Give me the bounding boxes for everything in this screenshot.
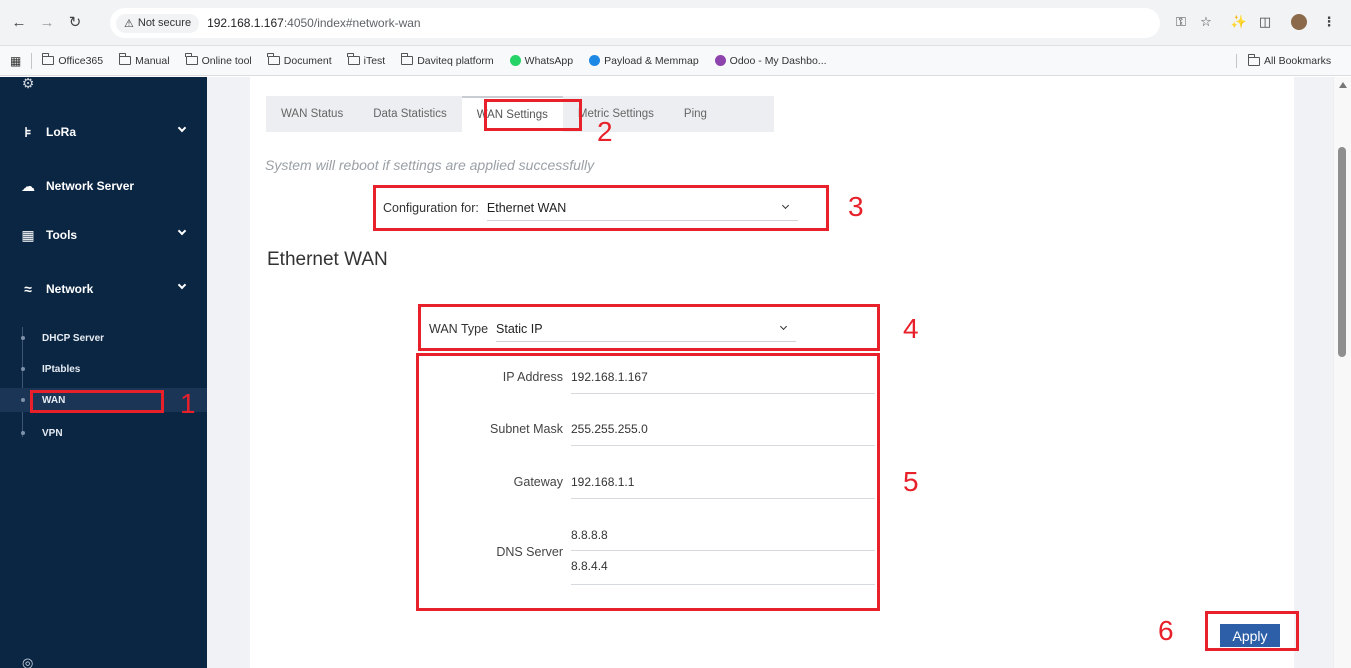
tab-wan-status[interactable]: WAN Status <box>266 96 358 132</box>
folder-icon <box>118 53 132 65</box>
sidebar-sub-iptables[interactable]: IPtables <box>0 357 207 381</box>
url-text: 192.168.1.167:4050/index#network-wan <box>207 16 421 30</box>
forward-arrow-icon[interactable]: → <box>34 9 60 35</box>
annotation-box-6 <box>1205 611 1299 651</box>
section-title: Ethernet WAN <box>267 249 388 270</box>
browser-toolbar: ← → ↻ ⚠ Not secure 192.168.1.167:4050/in… <box>0 0 1351 46</box>
bullet-icon <box>21 336 25 340</box>
tab-ping[interactable]: Ping <box>669 96 722 132</box>
annotation-box-2 <box>484 99 582 131</box>
folder-icon <box>347 53 360 65</box>
annotation-number-1: 1 <box>180 388 196 419</box>
folder-icon <box>1247 53 1260 66</box>
bookmark-item[interactable]: Online tool <box>185 53 252 67</box>
bookmark-item[interactable]: Office365 <box>42 53 103 67</box>
back-arrow-icon[interactable]: ← <box>6 9 32 35</box>
bookmark-item[interactable]: WhatsApp <box>509 55 573 67</box>
extensions-puzzle-icon[interactable]: ◫ <box>1254 9 1276 35</box>
bookmark-item[interactable]: iTest <box>347 53 385 67</box>
annotation-box-1 <box>30 390 164 413</box>
bookmark-star-icon[interactable]: ☆ <box>1195 9 1217 35</box>
whatsapp-icon <box>509 55 521 66</box>
address-bar[interactable]: ⚠ Not secure 192.168.1.167:4050/index#ne… <box>110 8 1160 38</box>
folder-icon <box>42 53 55 65</box>
bookmarks-bar: ▦ Office365 Manual Online tool Document iTes… <box>0 46 1351 76</box>
bottom-menu-icon[interactable]: ◎ <box>22 655 33 668</box>
annotation-box-5 <box>416 353 880 611</box>
scroll-up-arrow-icon[interactable] <box>1339 82 1347 88</box>
sidebar-item-tools[interactable]: ▦ Tools <box>0 215 207 255</box>
sidebar: ⚙ ⊧ LoRa ☁ Network Server ▦ Tools ≈ Netw… <box>0 77 207 668</box>
bookmark-divider <box>31 52 33 69</box>
profile-avatar-icon[interactable] <box>1288 9 1310 35</box>
folder-icon <box>267 53 280 65</box>
scrollbar-thumb[interactable] <box>1338 147 1346 357</box>
bookmark-item[interactable]: Payload & Memmap <box>589 55 699 67</box>
kebab-menu-icon[interactable]: ⋮ <box>1318 9 1340 35</box>
all-bookmarks[interactable]: All Bookmarks <box>1247 53 1331 67</box>
lora-icon: ⊧ <box>24 123 32 140</box>
chevron-down-icon <box>177 226 187 236</box>
bookmark-item[interactable]: Document <box>267 53 332 67</box>
bookmark-item[interactable]: Odoo - My Dashbo... <box>714 55 827 67</box>
annotation-box-4 <box>418 304 880 351</box>
annotation-box-3 <box>373 185 829 231</box>
not-secure-chip[interactable]: ⚠ Not secure <box>116 13 200 33</box>
sidebar-item-network-server[interactable]: ☁ Network Server <box>0 166 207 206</box>
reboot-warning-text: System will reboot if settings are appli… <box>265 157 595 173</box>
tab-data-statistics[interactable]: Data Statistics <box>358 96 462 132</box>
gear-icon: ⚙ <box>21 77 35 91</box>
annotation-number-4: 4 <box>903 313 919 344</box>
sidebar-sub-vpn[interactable]: VPN <box>0 421 207 445</box>
sidebar-item-system-partial[interactable]: ⚙ <box>0 77 207 103</box>
sidebar-sub-dhcp-server[interactable]: DHCP Server <box>0 326 207 350</box>
extension-icon[interactable]: ✨ <box>1228 9 1250 35</box>
password-key-icon[interactable]: ⚿ <box>1170 9 1192 35</box>
folder-icon <box>185 53 198 65</box>
annotation-number-6: 6 <box>1158 615 1174 646</box>
bookmark-item[interactable]: Daviteq platform <box>400 53 494 67</box>
odoo-icon <box>714 55 726 66</box>
chevron-down-icon <box>177 123 187 133</box>
wifi-icon: ≈ <box>24 281 32 297</box>
bullet-icon <box>21 367 25 371</box>
bullet-icon <box>21 398 25 402</box>
warning-triangle-icon: ⚠ <box>124 17 134 30</box>
annotation-number-5: 5 <box>903 466 919 497</box>
folder-icon <box>400 53 414 65</box>
annotation-number-3: 3 <box>848 191 864 222</box>
chevron-down-icon <box>177 280 187 290</box>
reload-icon[interactable]: ↻ <box>62 9 88 35</box>
sidebar-item-network[interactable]: ≈ Network <box>0 269 207 309</box>
tools-grid-icon: ▦ <box>21 226 35 243</box>
bookmark-item[interactable]: Manual <box>118 53 170 67</box>
sidebar-item-lora[interactable]: ⊧ LoRa <box>0 112 207 152</box>
bookmark-list: Office365 Manual Online tool Document iTest D… <box>42 53 842 67</box>
bookmark-divider <box>1236 54 1237 68</box>
page-scrollbar[interactable] <box>1333 77 1351 668</box>
annotation-number-2: 2 <box>597 116 613 147</box>
cloud-icon <box>589 55 601 66</box>
bullet-icon <box>21 431 25 435</box>
cloud-server-icon: ☁ <box>21 177 35 194</box>
apps-grid-icon[interactable]: ▦ <box>10 54 21 68</box>
